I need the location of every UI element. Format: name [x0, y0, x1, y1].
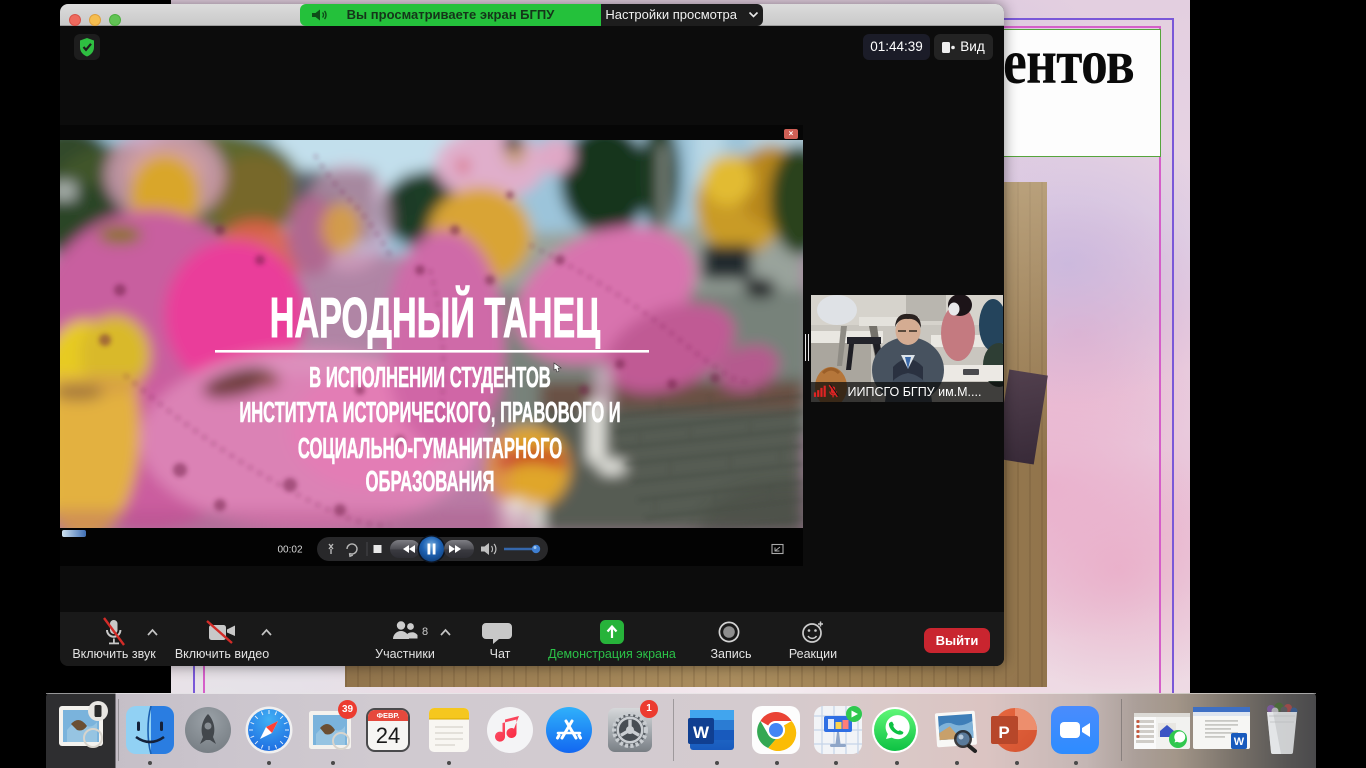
svg-text:ОБРАЗОВАНИЯ: ОБРАЗОВАНИЯ	[366, 465, 495, 497]
svg-text:Запись: Запись	[710, 647, 751, 661]
svg-text:ИНСТИТУТА ИСТОРИЧЕСКОГО, ПРАВО: ИНСТИТУТА ИСТОРИЧЕСКОГО, ПРАВОВОГО И	[239, 396, 620, 428]
svg-text:Участники: Участники	[375, 647, 435, 661]
svg-text:Включить звук: Включить звук	[72, 647, 156, 661]
svg-text:W: W	[693, 723, 710, 742]
svg-text:Чат: Чат	[490, 647, 511, 661]
svg-text:00:02: 00:02	[277, 545, 302, 556]
svg-text:СОЦИАЛЬНО-ГУМАНИТАРНОГО: СОЦИАЛЬНО-ГУМАНИТАРНОГО	[298, 432, 562, 464]
svg-text:Включить видео: Включить видео	[175, 647, 269, 661]
svg-text:НАРОДНЫЙ ТАНЕЦ: НАРОДНЫЙ ТАНЕЦ	[270, 285, 600, 349]
svg-text:В ИСПОЛНЕНИИ СТУДЕНТОВ: В ИСПОЛНЕНИИ СТУДЕНТОВ	[309, 361, 551, 393]
svg-text:8: 8	[422, 626, 428, 638]
svg-text:24: 24	[376, 723, 400, 748]
svg-text:P: P	[998, 723, 1009, 742]
svg-text:Реакции: Реакции	[789, 647, 837, 661]
svg-text:Демонстрация экрана: Демонстрация экрана	[548, 647, 676, 661]
svg-text:ФЕВР.: ФЕВР.	[377, 711, 400, 720]
svg-text:W: W	[1234, 736, 1245, 748]
